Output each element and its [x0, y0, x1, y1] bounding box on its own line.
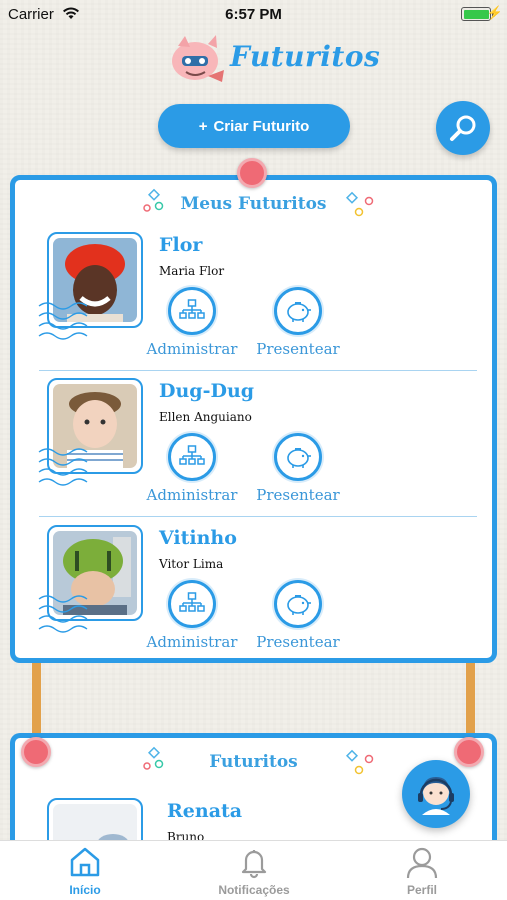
org-chart-icon — [168, 287, 216, 335]
divider — [39, 516, 477, 517]
mascot-icon — [172, 35, 224, 82]
stamp-lines-icon — [38, 595, 88, 633]
pin-icon — [237, 158, 267, 188]
child-nickname: Renata — [167, 800, 243, 822]
administrar-button[interactable]: Administrar — [137, 580, 247, 654]
administrar-label: Administrar — [146, 340, 238, 358]
child-full-name: Maria Flor — [159, 264, 225, 278]
app-logo-text: Futuritos — [230, 40, 381, 73]
child-card[interactable]: Vitinho Vitor Lima Administrar Presentea… — [37, 525, 477, 665]
org-chart-icon — [168, 580, 216, 628]
presentear-button[interactable]: Presentear — [243, 580, 353, 654]
stamp-lines-icon — [38, 448, 88, 486]
my-futuritos-title: Meus Futuritos — [180, 194, 327, 214]
confetti-right-icon — [345, 191, 374, 217]
administrar-label: Administrar — [146, 486, 238, 504]
presentear-label: Presentear — [256, 486, 340, 504]
child-nickname: Flor — [159, 234, 203, 256]
support-agent-icon — [418, 777, 454, 815]
org-chart-icon — [168, 433, 216, 481]
support-chat-button[interactable] — [402, 760, 470, 828]
create-futurito-button[interactable]: + Criar Futurito — [158, 104, 350, 148]
profile-icon — [406, 847, 438, 879]
app-logo: Futuritos — [168, 32, 380, 88]
tab-inicio[interactable]: Início — [35, 845, 135, 899]
pole-right — [466, 656, 475, 736]
child-full-name: Ellen Anguiano — [159, 410, 252, 424]
search-icon — [450, 115, 476, 141]
confetti-right-icon — [345, 749, 374, 775]
tab-label: Início — [69, 883, 101, 897]
presentear-label: Presentear — [256, 340, 340, 358]
child-nickname: Dug-Dug — [159, 380, 255, 402]
piggy-bank-icon — [274, 580, 322, 628]
pin-icon — [454, 737, 484, 767]
tab-bar: Início Notificações Perfil — [0, 840, 507, 900]
charging-icon: ⚡ — [486, 5, 503, 20]
create-futurito-label: Criar Futurito — [213, 117, 310, 135]
bell-icon — [241, 850, 267, 879]
home-icon — [70, 847, 100, 877]
status-bar: Carrier 6:57 PM ⚡ — [0, 0, 507, 28]
presentear-button[interactable]: Presentear — [243, 287, 353, 361]
presentear-label: Presentear — [256, 633, 340, 651]
presentear-button[interactable]: Presentear — [243, 433, 353, 507]
my-futuritos-card: Meus Futuritos Flor Maria Flor Administr… — [10, 175, 497, 663]
pin-icon — [21, 737, 51, 767]
divider — [39, 370, 477, 371]
tab-label: Perfil — [406, 883, 437, 897]
piggy-bank-icon — [274, 433, 322, 481]
tab-perfil[interactable]: Perfil — [372, 845, 472, 899]
tab-notificacoes[interactable]: Notificações — [204, 845, 304, 899]
administrar-label: Administrar — [146, 633, 238, 651]
plus-icon: + — [198, 117, 208, 135]
child-full-name: Vitor Lima — [159, 557, 224, 571]
piggy-bank-icon — [274, 287, 322, 335]
administrar-button[interactable]: Administrar — [137, 433, 247, 507]
tab-label: Notificações — [218, 883, 290, 897]
child-card[interactable]: Dug-Dug Ellen Anguiano Administrar Prese… — [37, 378, 477, 518]
child-nickname: Vitinho — [159, 527, 237, 549]
status-time: 6:57 PM — [225, 6, 282, 23]
administrar-button[interactable]: Administrar — [137, 287, 247, 361]
child-card[interactable]: Flor Maria Flor Administrar Presentear — [37, 232, 477, 372]
stamp-lines-icon — [38, 302, 88, 340]
pole-left — [32, 656, 41, 736]
search-button[interactable] — [436, 101, 490, 155]
